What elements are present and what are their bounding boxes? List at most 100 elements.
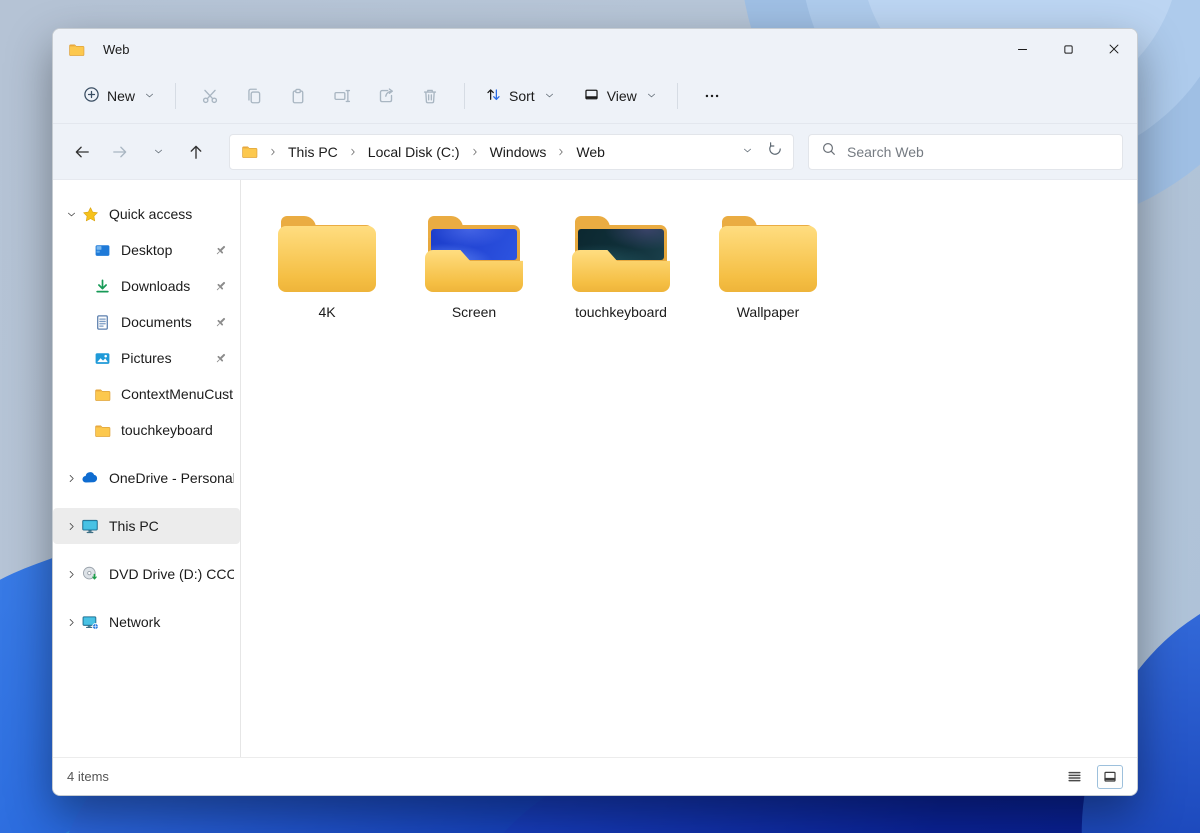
address-dropdown-chevron-icon[interactable] — [742, 143, 753, 161]
sidebar-item-documents[interactable]: Documents — [53, 304, 240, 340]
navigation-pane: Quick access Desktop Downloads Documents… — [53, 180, 241, 757]
breadcrumb-item[interactable]: Windows — [482, 141, 555, 163]
view-button[interactable]: View — [575, 80, 665, 112]
sidebar-item-dvd-drive-d-ccco[interactable]: DVD Drive (D:) CCCO — [53, 556, 240, 592]
paste-button[interactable] — [276, 79, 320, 113]
address-folder-icon — [240, 143, 258, 161]
minimize-button[interactable] — [999, 29, 1045, 69]
pin-icon — [212, 279, 228, 294]
sidebar-item-pictures[interactable]: Pictures — [53, 340, 240, 376]
share-button[interactable] — [364, 79, 408, 113]
folder-icon — [278, 214, 376, 292]
expand-chevron-icon[interactable] — [61, 473, 81, 484]
large-icons-view-button[interactable] — [1097, 765, 1123, 789]
search-input[interactable] — [847, 144, 1110, 160]
search-box[interactable] — [808, 134, 1123, 170]
maximize-button[interactable] — [1045, 29, 1091, 69]
sidebar-item-label: Network — [109, 614, 234, 630]
dvd-icon — [81, 565, 99, 583]
breadcrumb-item[interactable]: Local Disk (C:) — [360, 141, 468, 163]
breadcrumb-item[interactable]: This PC — [280, 141, 346, 163]
folder-icon — [425, 214, 523, 292]
forward-button[interactable] — [101, 135, 139, 169]
downloads-icon — [93, 277, 111, 295]
sidebar-item-label: OneDrive - Personal — [109, 470, 234, 486]
sort-arrows-icon — [485, 86, 502, 106]
close-button[interactable] — [1091, 29, 1137, 69]
expand-chevron-icon[interactable] — [61, 209, 81, 220]
sidebar-item-label: Quick access — [109, 206, 234, 222]
copy-button[interactable] — [232, 79, 276, 113]
pin-icon — [212, 351, 228, 366]
view-button-label: View — [607, 88, 637, 104]
rename-button[interactable] — [320, 79, 364, 113]
toolbar-divider — [677, 83, 678, 109]
folder-name: Screen — [452, 304, 496, 320]
window-controls — [999, 29, 1137, 69]
sidebar-item-label: touchkeyboard — [121, 422, 234, 438]
chevron-down-icon — [544, 88, 555, 104]
status-bar: 4 items — [53, 757, 1137, 795]
folder-tile-4k[interactable]: 4K — [271, 214, 383, 320]
sidebar-item-label: This PC — [109, 518, 234, 534]
sidebar-item-label: ContextMenuCust — [121, 386, 234, 402]
up-button[interactable] — [177, 135, 215, 169]
address-bar-row: This PC Local Disk (C:) Windows Web — [53, 124, 1137, 180]
expand-chevron-icon[interactable] — [61, 521, 81, 532]
breadcrumb-chevron-icon[interactable] — [556, 147, 566, 157]
address-bar[interactable]: This PC Local Disk (C:) Windows Web — [229, 134, 794, 170]
delete-button[interactable] — [408, 79, 452, 113]
item-count: 4 items — [67, 769, 109, 784]
titlebar[interactable]: Web — [53, 29, 1137, 69]
cut-button[interactable] — [188, 79, 232, 113]
breadcrumb-item[interactable]: Web — [568, 141, 613, 163]
sidebar-item-downloads[interactable]: Downloads — [53, 268, 240, 304]
sidebar-item-onedrive-personal[interactable]: OneDrive - Personal — [53, 460, 240, 496]
folder-tile-screen[interactable]: Screen — [418, 214, 530, 320]
sidebar-item-contextmenucust[interactable]: ContextMenuCust — [53, 376, 240, 412]
breadcrumb-chevron-icon[interactable] — [470, 147, 480, 157]
details-view-button[interactable] — [1061, 765, 1087, 789]
sidebar-item-quick-access[interactable]: Quick access — [53, 196, 240, 232]
refresh-button[interactable] — [767, 141, 783, 162]
new-button[interactable]: New — [75, 80, 163, 112]
expand-chevron-icon[interactable] — [61, 569, 81, 580]
folder-icon — [93, 385, 111, 403]
sort-button-label: Sort — [509, 88, 535, 104]
folder-icon — [93, 421, 111, 439]
sidebar-item-label: Desktop — [121, 242, 208, 258]
search-icon — [821, 141, 837, 162]
folder-contents[interactable]: 4K Screen touchkeyboard Wallpaper — [241, 180, 1137, 757]
sidebar-item-label: Documents — [121, 314, 208, 330]
sort-button[interactable]: Sort — [477, 80, 563, 112]
folder-tile-touchkeyboard[interactable]: touchkeyboard — [565, 214, 677, 320]
documents-icon — [93, 313, 111, 331]
sidebar-item-network[interactable]: Network — [53, 604, 240, 640]
sidebar-item-label: Pictures — [121, 350, 208, 366]
back-button[interactable] — [63, 135, 101, 169]
pictures-icon — [93, 349, 111, 367]
breadcrumb-chevron-icon[interactable] — [268, 147, 278, 157]
folder-icon — [719, 214, 817, 292]
window-folder-icon — [67, 40, 85, 58]
folder-name: Wallpaper — [737, 304, 800, 320]
recent-locations-button[interactable] — [139, 135, 177, 169]
toolbar-divider — [464, 83, 465, 109]
breadcrumb-chevron-icon[interactable] — [348, 147, 358, 157]
folder-name: 4K — [318, 304, 335, 320]
folder-tile-wallpaper[interactable]: Wallpaper — [712, 214, 824, 320]
chevron-down-icon — [144, 88, 155, 104]
folder-icon — [572, 214, 670, 292]
thispc-icon — [81, 517, 99, 535]
view-layout-icon — [583, 86, 600, 106]
more-options-button[interactable] — [690, 79, 734, 113]
file-explorer-window: Web New Sort View — [52, 28, 1138, 796]
sidebar-item-this-pc[interactable]: This PC — [53, 508, 240, 544]
sidebar-item-desktop[interactable]: Desktop — [53, 232, 240, 268]
explorer-body: Quick access Desktop Downloads Documents… — [53, 180, 1137, 757]
new-button-label: New — [107, 88, 135, 104]
sidebar-item-touchkeyboard[interactable]: touchkeyboard — [53, 412, 240, 448]
sidebar-item-label: Downloads — [121, 278, 208, 294]
chevron-down-icon — [646, 88, 657, 104]
expand-chevron-icon[interactable] — [61, 617, 81, 628]
